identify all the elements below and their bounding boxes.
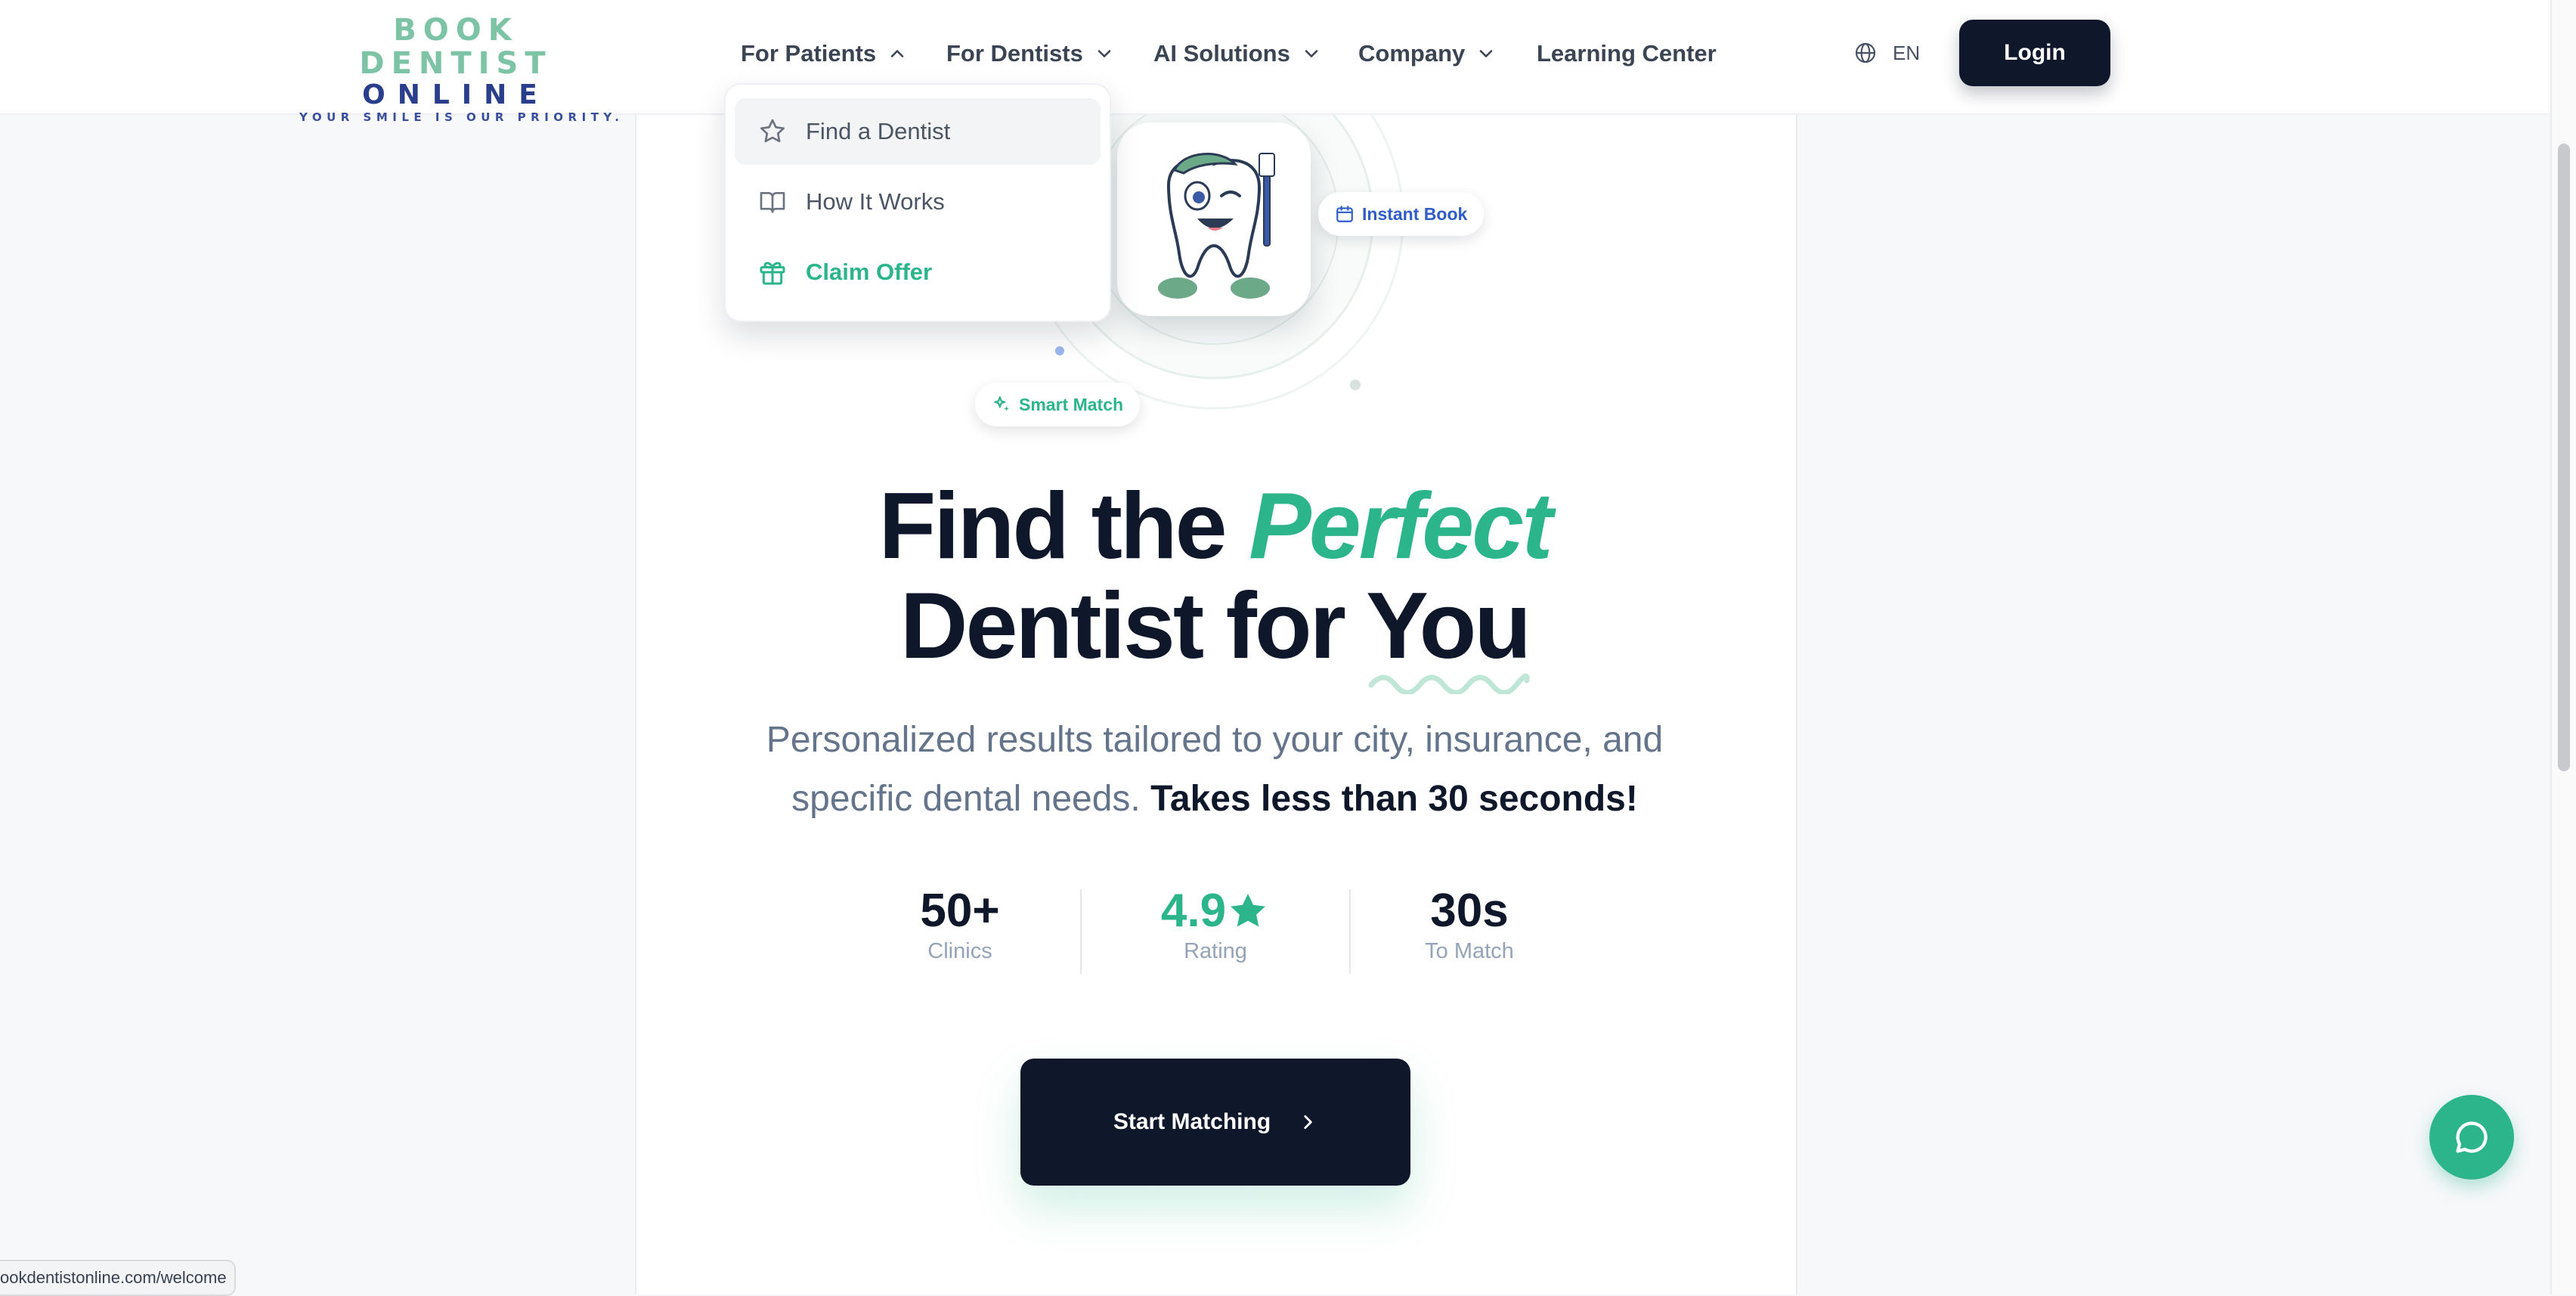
nav-for-dentists[interactable]: For Dentists (946, 35, 1115, 73)
dropdown-item-label: Find a Dentist (806, 118, 951, 144)
status-bar-url: ookdentistonline.com/welcome (0, 1260, 236, 1296)
nav-label: For Dentists (946, 40, 1083, 67)
headline-text: Dentist for (899, 574, 1367, 678)
headline-you: You (1366, 574, 1531, 678)
smart-match-badge: Smart Match (975, 383, 1141, 426)
nav-for-patients[interactable]: For Patients (741, 35, 908, 73)
chat-bubble-icon (2456, 1121, 2488, 1153)
star-icon (1231, 894, 1266, 927)
hero-headline: Find the Perfect Dentist for You (680, 476, 1749, 676)
decorative-dot (1350, 380, 1361, 390)
logo-line2: ONLINE (362, 79, 550, 110)
chevron-up-icon (890, 50, 904, 57)
chevron-right-icon (1304, 1115, 1312, 1129)
calendar-icon (1336, 206, 1353, 222)
dropdown-item-label: How It Works (806, 188, 945, 215)
squiggle-underline (1368, 673, 1530, 694)
nav-learning-center[interactable]: Learning Center (1537, 35, 1717, 73)
nav-label: Learning Center (1537, 40, 1717, 67)
headline-line1: Find the Perfect (680, 476, 1749, 576)
logo-line1: BOOK DENTIST (359, 13, 553, 81)
language-selector[interactable]: EN (1853, 38, 1920, 68)
stat-value: 30s (1430, 885, 1509, 937)
chevron-down-icon (1479, 50, 1493, 57)
start-matching-label: Start Matching (1113, 1109, 1271, 1134)
chevron-down-icon (1305, 50, 1318, 57)
stat-label: Clinics (927, 939, 992, 963)
nav-ai-solutions[interactable]: AI Solutions (1153, 35, 1322, 73)
site-logo[interactable]: BOOK DENTIST ONLINE YOUR SMILE IS OUR PR… (299, 13, 619, 124)
instant-book-label: Instant Book (1362, 203, 1468, 224)
for-patients-dropdown: Find a Dentist How It Works Claim Offer (724, 83, 1111, 322)
nav-label: For Patients (741, 40, 877, 67)
stat-label: Rating (1184, 939, 1247, 963)
nav-company[interactable]: Company (1358, 35, 1497, 73)
chevron-down-icon (1098, 50, 1111, 57)
stat-value: 50+ (920, 885, 1000, 937)
tooth-mascot (1117, 122, 1311, 316)
stat-match-time: 30s To Match (1379, 885, 1560, 964)
stat-rating: 4.9 Rating (1125, 885, 1306, 964)
stat-value: 4.9 (1160, 885, 1227, 937)
login-button[interactable]: Login (1959, 20, 2110, 86)
language-label: EN (1893, 41, 1921, 64)
decorative-dot (1055, 346, 1064, 355)
chat-button[interactable] (2429, 1095, 2514, 1180)
smart-match-label: Smart Match (1019, 394, 1124, 414)
scrollbar-thumb[interactable] (2558, 144, 2570, 771)
stat-value-row: 4.9 (1125, 885, 1306, 938)
stat-clinics: 50+ Clinics (869, 885, 1051, 964)
gift-icon (760, 262, 785, 285)
stat-divider (1080, 889, 1082, 974)
star-icon (760, 119, 785, 143)
dropdown-item-how-it-works[interactable]: How It Works (735, 169, 1101, 235)
dropdown-item-claim-offer[interactable]: Claim Offer (735, 239, 1101, 305)
nav-label: AI Solutions (1153, 40, 1290, 67)
dropdown-item-label: Claim Offer (806, 259, 933, 285)
book-icon (760, 192, 785, 213)
globe-icon (1855, 42, 1876, 64)
instant-book-badge: Instant Book (1318, 192, 1485, 236)
stat-label: To Match (1425, 939, 1514, 963)
subtitle-bold: Takes less than 30 seconds! (1150, 779, 1638, 819)
headline-line2: Dentist for You (680, 576, 1749, 676)
site-header: BOOK DENTIST ONLINE YOUR SMILE IS OUR PR… (0, 0, 2550, 124)
page-scrollbar[interactable] (2550, 0, 2576, 1294)
tooth-mascot-icon (1158, 153, 1275, 299)
dropdown-item-find-a-dentist[interactable]: Find a Dentist (735, 98, 1101, 165)
logo-tagline: YOUR SMILE IS OUR PRIORITY. (299, 110, 624, 124)
sparkles-icon (994, 396, 1009, 411)
start-matching-button[interactable]: Start Matching (1020, 1059, 1410, 1186)
headline-accent: Perfect (1249, 474, 1553, 578)
stat-divider (1349, 889, 1351, 974)
headline-text: Find the (878, 474, 1249, 578)
hero-subtitle: Personalized results tailored to your ci… (726, 711, 1704, 829)
nav-label: Company (1358, 40, 1466, 67)
